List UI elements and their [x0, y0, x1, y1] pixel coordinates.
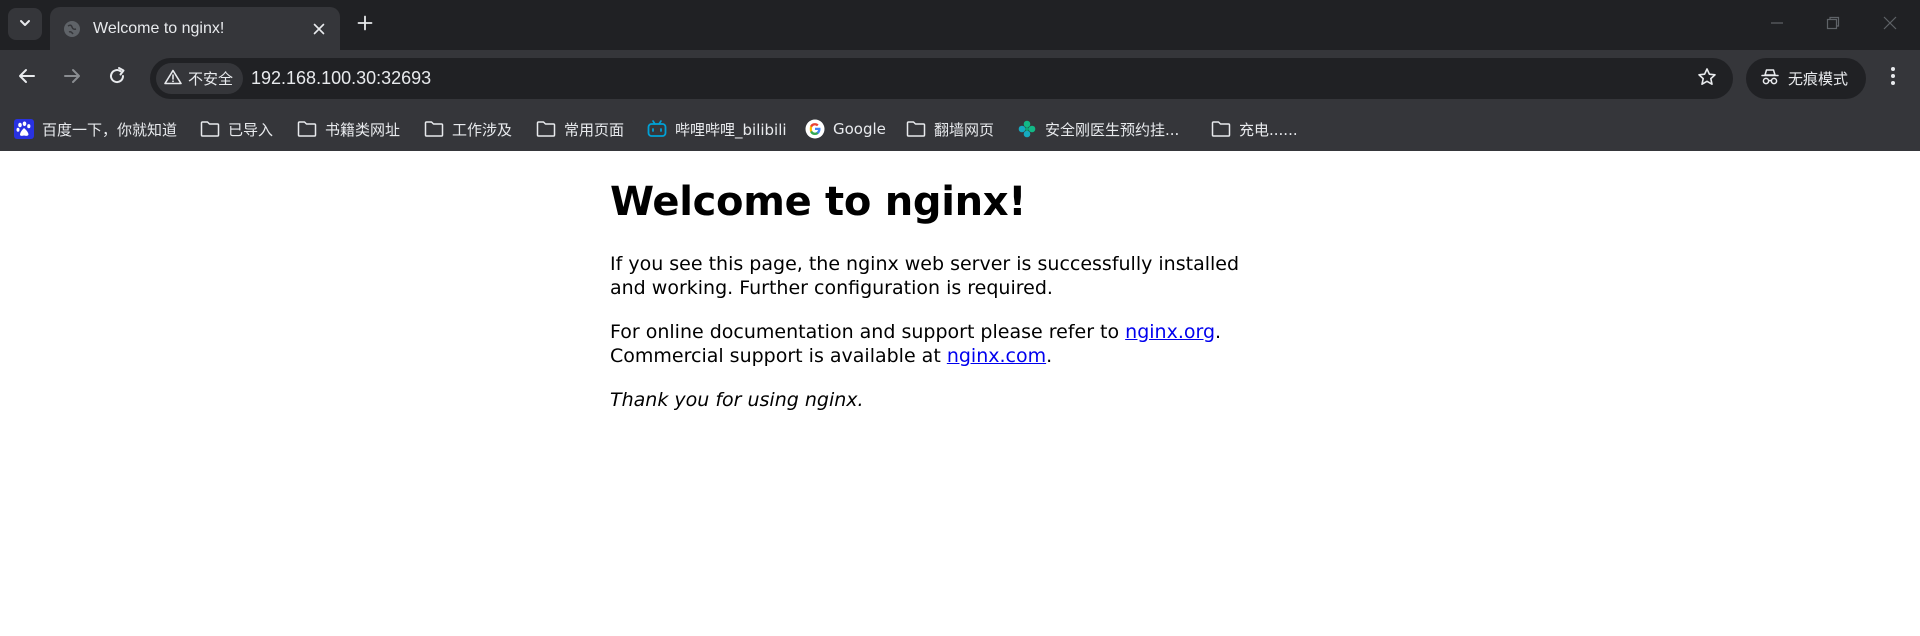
web-page: Welcome to nginx! If you see this page, … [0, 151, 1920, 636]
security-chip[interactable]: 不安全 [156, 63, 244, 94]
bookmark-label: 工作涉及 [452, 120, 513, 139]
bookmark-folder-common[interactable]: 常用页面 [536, 115, 624, 143]
toolbar: 不安全 192.168.100.30:32693 无痕模式 [0, 50, 1920, 107]
window-close-button[interactable] [1870, 8, 1910, 40]
baidu-icon [14, 119, 34, 139]
folder-icon [906, 119, 926, 139]
bookmark-folder-proxy[interactable]: 翻墙网页 [906, 115, 994, 143]
google-icon [805, 119, 825, 139]
commercial-period: . [1046, 345, 1053, 367]
security-label: 不安全 [188, 70, 234, 88]
nginx-com-link[interactable]: nginx.com [947, 345, 1046, 367]
bilibili-icon [647, 119, 667, 139]
bookmark-label: 充电...... [1239, 120, 1298, 139]
warning-icon [164, 69, 182, 89]
bookmark-star-button[interactable] [1695, 67, 1719, 91]
star-icon [1697, 67, 1717, 91]
bookmark-doctor[interactable]: 安全刚医生预约挂... [1017, 115, 1179, 143]
new-tab-button[interactable] [352, 12, 378, 38]
back-button[interactable] [12, 63, 42, 93]
bookmark-label: 常用页面 [564, 120, 625, 139]
clover-icon [1017, 119, 1037, 139]
bookmark-label: 翻墙网页 [934, 120, 995, 139]
bookmark-folder-charge[interactable]: 充电...... [1211, 115, 1298, 143]
bookmark-folder-work[interactable]: 工作涉及 [424, 115, 512, 143]
reload-button[interactable] [102, 63, 132, 93]
arrow-right-icon [62, 66, 82, 90]
folder-icon [1211, 119, 1231, 139]
thanks-paragraph: Thank you for using nginx. [610, 389, 864, 411]
bookmark-bilibili[interactable]: 哔哩哔哩_bilibili [647, 115, 787, 143]
minimize-button[interactable] [1757, 8, 1797, 40]
bookmark-folder-imported[interactable]: 已导入 [200, 115, 273, 143]
address-bar[interactable]: 不安全 192.168.100.30:32693 [150, 58, 1733, 99]
tab-title: Welcome to nginx! [93, 19, 225, 37]
url-text[interactable]: 192.168.100.30:32693 [251, 68, 431, 89]
tab-search-button[interactable] [8, 8, 42, 40]
arrow-left-icon [17, 66, 37, 90]
close-icon[interactable] [308, 18, 330, 40]
folder-icon [297, 119, 317, 139]
folder-icon [536, 119, 556, 139]
bookmark-label: 安全刚医生预约挂... [1045, 120, 1180, 139]
incognito-icon [1760, 68, 1780, 90]
chevron-down-icon [18, 15, 32, 34]
bookmark-label: 书籍类网址 [325, 120, 401, 139]
incognito-indicator[interactable]: 无痕模式 [1746, 58, 1866, 99]
bookmark-google[interactable]: Google [805, 115, 886, 143]
intro-paragraph: If you see this page, the nginx web serv… [610, 253, 1240, 299]
incognito-label: 无痕模式 [1788, 70, 1849, 88]
bookmark-label: 哔哩哔哩_bilibili [675, 120, 787, 139]
commercial-text: Commercial support is available at [610, 345, 947, 367]
folder-icon [200, 119, 220, 139]
bookmark-label: Google [833, 120, 886, 138]
menu-button[interactable] [1878, 63, 1908, 93]
bookmark-folder-books[interactable]: 书籍类网址 [297, 115, 400, 143]
restore-button[interactable] [1813, 8, 1853, 40]
docs-text: For online documentation and support ple… [610, 321, 1126, 343]
tab-active[interactable]: Welcome to nginx! [50, 7, 340, 50]
plus-icon [357, 15, 373, 35]
bookmarks-bar: 百度一下，你就知道 已导入 书籍类网址 工作涉及 常用页面 哔哩哔哩_bilib… [0, 107, 1920, 151]
reload-icon [107, 66, 127, 90]
minimize-icon [1770, 15, 1784, 34]
page-title: Welcome to nginx! [610, 179, 1027, 225]
bookmark-label: 百度一下，你就知道 [42, 120, 178, 139]
docs-paragraph: For online documentation and support ple… [610, 320, 1270, 368]
close-icon [1883, 15, 1897, 34]
restore-icon [1826, 15, 1840, 34]
globe-icon [63, 20, 81, 38]
nginx-org-link[interactable]: nginx.org [1125, 321, 1215, 343]
folder-icon [424, 119, 444, 139]
tab-strip: Welcome to nginx! [0, 0, 1920, 50]
more-vertical-icon [1890, 66, 1896, 90]
bookmark-label: 已导入 [228, 120, 274, 139]
bookmark-baidu[interactable]: 百度一下，你就知道 [14, 115, 177, 143]
forward-button[interactable] [57, 63, 87, 93]
docs-period: . [1215, 321, 1222, 343]
